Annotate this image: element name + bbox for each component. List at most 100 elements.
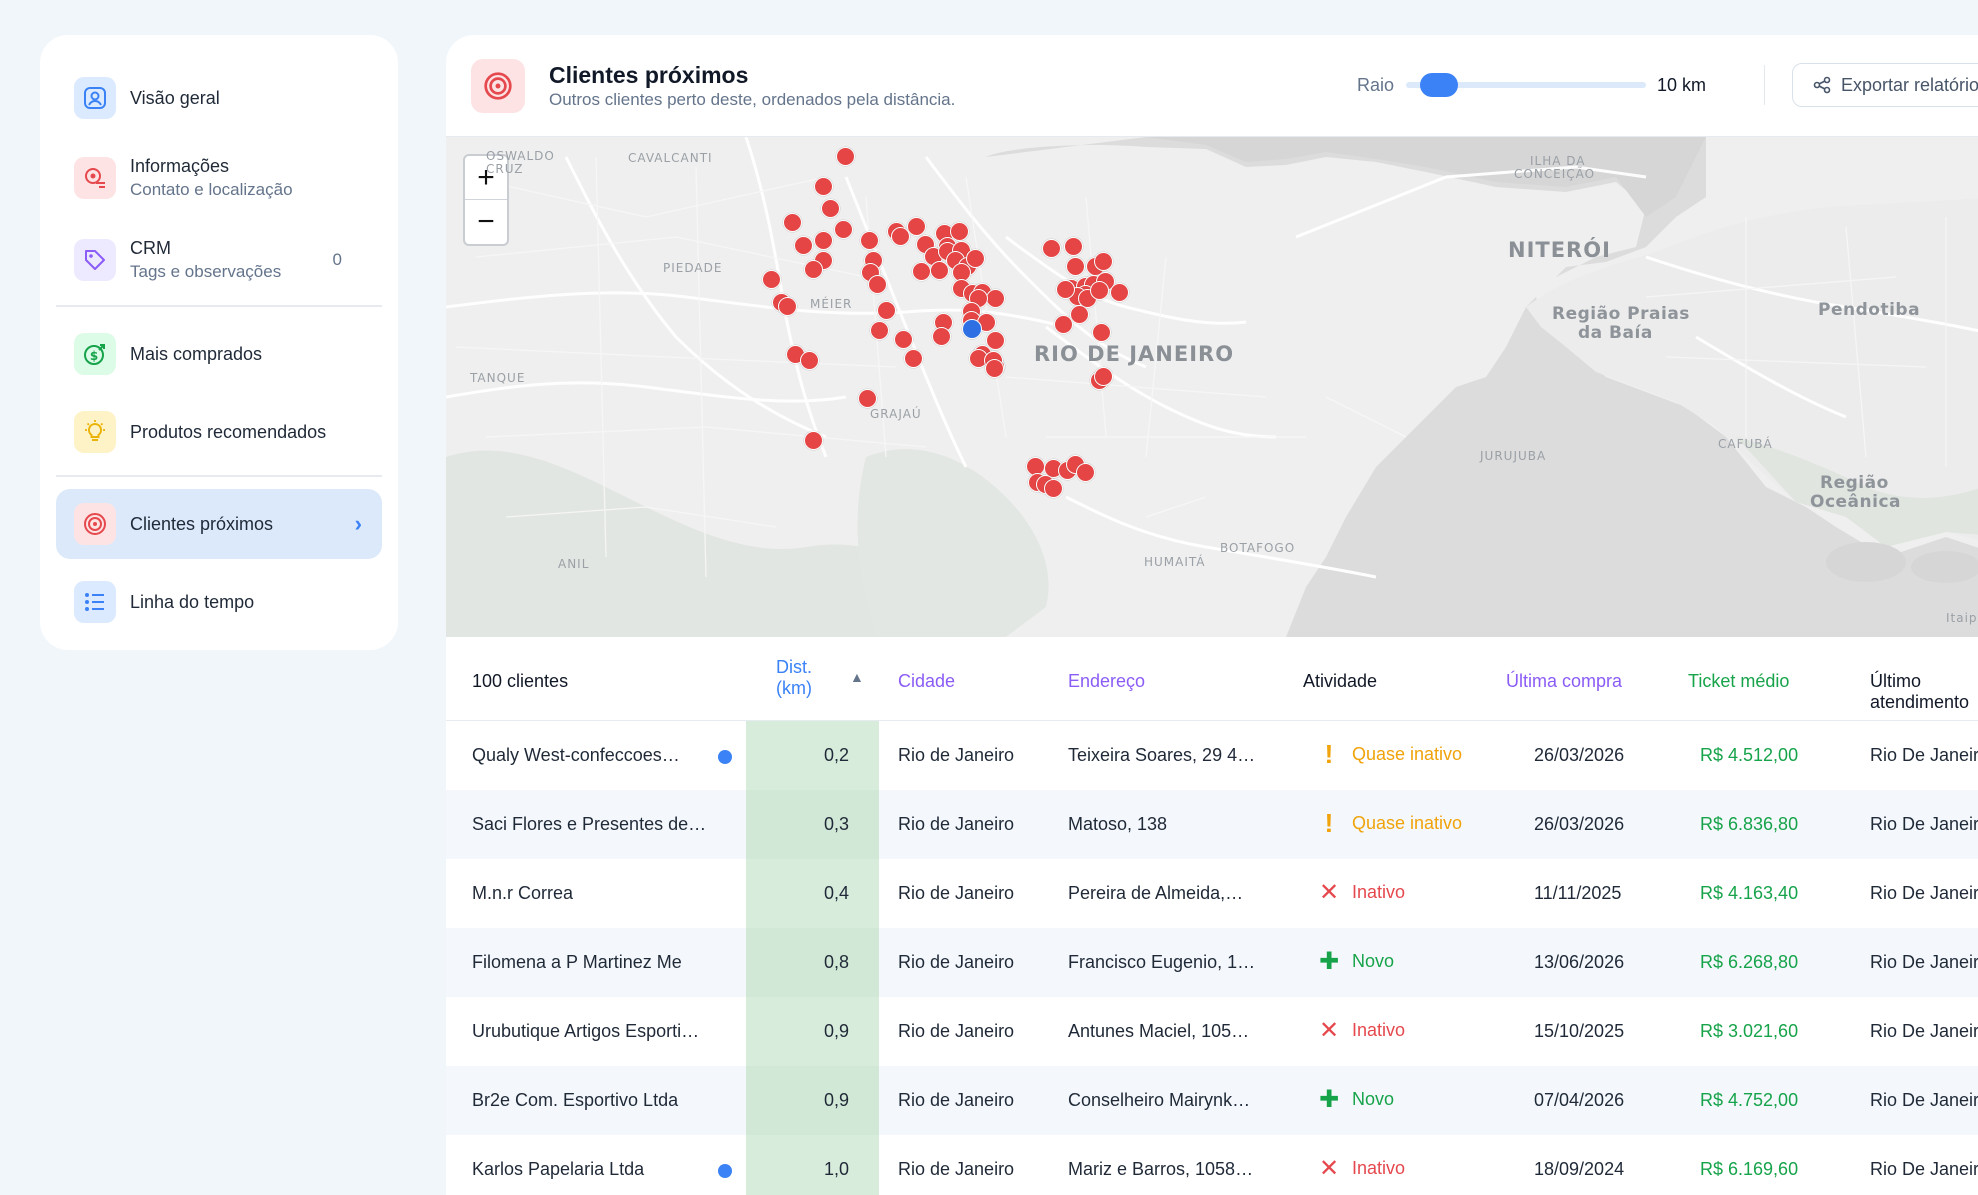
client-pin[interactable]: [814, 231, 833, 250]
export-report-button[interactable]: Exportar relatório: [1792, 63, 1978, 107]
map-label: HUMAITÁ: [1144, 555, 1206, 569]
client-pin[interactable]: [1064, 237, 1083, 256]
table-row[interactable]: 0,8 Filomena a P Martinez Me Rio de Janeir…: [446, 928, 1978, 997]
sidebar-item-informacoes[interactable]: Informações Contato e localização: [56, 141, 382, 215]
column-endereco[interactable]: Endereço: [1068, 671, 1145, 692]
x-icon: ✕: [1318, 1154, 1340, 1182]
client-pin[interactable]: [794, 236, 813, 255]
client-name[interactable]: Urubutique Artigos Esporti…: [472, 1021, 699, 1042]
x-icon: ✕: [1318, 1016, 1340, 1044]
client-pin[interactable]: [1044, 479, 1063, 498]
map[interactable]: + − CAVALCANTI OSWALDO CRUZ PIEDADE MÉIE…: [446, 137, 1978, 637]
table-row[interactable]: 0,4 M.n.r Correa Rio de Janeiro Pereira de …: [446, 859, 1978, 928]
client-name[interactable]: Filomena a P Martinez Me: [472, 952, 682, 973]
list-icon: [74, 581, 116, 623]
client-pin[interactable]: [912, 262, 931, 281]
client-pin[interactable]: [930, 261, 949, 280]
sidebar-item-linha-do-tempo[interactable]: Linha do tempo: [56, 567, 382, 637]
client-pin[interactable]: [1066, 257, 1085, 276]
client-pin[interactable]: [1042, 239, 1061, 258]
client-pin[interactable]: [1094, 367, 1113, 386]
map-label: Itaipu: [1946, 611, 1978, 625]
client-name[interactable]: Br2e Com. Esportivo Ltda: [472, 1090, 678, 1111]
ticket-cell: R$ 3.021,60: [1700, 1021, 1799, 1041]
panel-header: Clientes próximos Outros clientes perto …: [446, 35, 1978, 137]
client-pin[interactable]: [836, 147, 855, 166]
client-pin[interactable]: [804, 260, 823, 279]
sidebar-item-visao-geral[interactable]: Visão geral: [56, 63, 382, 133]
client-pin[interactable]: [870, 321, 889, 340]
client-pin[interactable]: [907, 217, 926, 236]
last-purchase-cell: 07/04/2026: [1534, 1090, 1625, 1110]
activity-label: Inativo: [1352, 1019, 1406, 1040]
client-name[interactable]: Saci Flores e Presentes de…: [472, 814, 706, 835]
last-service-cell: Rio De Janeiro: [1870, 952, 1978, 972]
last-service-cell: Rio De Janeiro: [1870, 1021, 1978, 1041]
sort-asc-icon[interactable]: ▲: [850, 669, 864, 685]
sidebar-item-label: Clientes próximos: [130, 513, 274, 534]
column-ticket-medio[interactable]: Ticket médio: [1688, 671, 1789, 692]
radius-slider[interactable]: [1406, 73, 1646, 97]
column-cidade[interactable]: Cidade: [898, 671, 955, 692]
client-pin[interactable]: [932, 327, 951, 346]
lightbulb-icon: [74, 411, 116, 453]
client-name[interactable]: Karlos Papelaria Ltda: [472, 1159, 644, 1180]
activity-label: Novo: [1352, 950, 1395, 971]
table-row[interactable]: 0,9 Urubutique Artigos Esporti… Rio de Jan…: [446, 997, 1978, 1066]
client-pin[interactable]: [834, 220, 853, 239]
column-ultima-compra[interactable]: Última compra: [1506, 671, 1622, 692]
column-dist[interactable]: Dist. (km): [776, 657, 812, 699]
client-pin[interactable]: [1094, 252, 1113, 271]
current-client-pin[interactable]: [962, 319, 982, 339]
client-pin[interactable]: [985, 359, 1004, 378]
client-pin[interactable]: [783, 213, 802, 232]
column-ultimo-atendimento[interactable]: Último atendimento: [1870, 671, 1978, 713]
sidebar-item-clientes-proximos[interactable]: Clientes próximos ›: [56, 489, 382, 559]
client-pin[interactable]: [821, 199, 840, 218]
client-pin[interactable]: [868, 275, 887, 294]
page-title: Clientes próximos: [549, 62, 749, 88]
zoom-out-button[interactable]: −: [465, 200, 507, 244]
client-pin[interactable]: [966, 249, 985, 268]
client-pin[interactable]: [1076, 463, 1095, 482]
client-pin[interactable]: [1070, 305, 1089, 324]
client-pin[interactable]: [986, 289, 1005, 308]
client-name[interactable]: Qualy West-confeccoes…: [472, 745, 680, 766]
sidebar-item-crm[interactable]: CRM Tags e observações 0: [56, 223, 382, 297]
slider-thumb[interactable]: [1420, 73, 1458, 97]
table-row[interactable]: 0,9 Br2e Com. Esportivo Ltda Rio de Janeir…: [446, 1066, 1978, 1135]
dist-value: 0,2: [823, 745, 849, 765]
client-pin[interactable]: [762, 270, 781, 289]
client-pin[interactable]: [1110, 283, 1129, 302]
table-row[interactable]: 1,0 Karlos Papelaria Ltda Rio de Janeiro Ma…: [446, 1135, 1978, 1195]
client-name[interactable]: M.n.r Correa: [472, 883, 573, 904]
table-row[interactable]: 0,3 Saci Flores e Presentes de… Rio de Jan…: [446, 790, 1978, 859]
last-purchase-cell: 11/11/2025: [1534, 883, 1622, 903]
client-pin[interactable]: [877, 301, 896, 320]
address-cell: Conselheiro Mairynk…: [1068, 1090, 1251, 1110]
client-pin[interactable]: [1054, 315, 1073, 334]
dist-value: 1,0: [823, 1159, 849, 1179]
client-pin[interactable]: [1092, 323, 1111, 342]
ticket-cell: R$ 6.268,80: [1700, 952, 1799, 972]
client-pin[interactable]: [800, 351, 819, 370]
x-icon: ✕: [1318, 878, 1340, 906]
client-pin[interactable]: [891, 227, 910, 246]
sidebar-item-sublabel: Contato e localização: [130, 180, 293, 199]
client-pin[interactable]: [858, 389, 877, 408]
target-icon: [471, 59, 525, 113]
sidebar-item-mais-comprados[interactable]: $ Mais comprados: [56, 319, 382, 389]
client-pin[interactable]: [1056, 280, 1075, 299]
client-pin[interactable]: [814, 177, 833, 196]
client-pin[interactable]: [1090, 281, 1109, 300]
column-atividade[interactable]: Atividade: [1303, 671, 1377, 692]
client-pin[interactable]: [778, 297, 797, 316]
client-pin[interactable]: [804, 431, 823, 450]
last-purchase-cell: 18/09/2024: [1534, 1159, 1625, 1179]
client-pin[interactable]: [904, 349, 923, 368]
sidebar-item-produtos-recomendados[interactable]: Produtos recomendados: [56, 397, 382, 467]
city-cell: Rio de Janeiro: [898, 883, 1015, 903]
client-pin[interactable]: [860, 231, 879, 250]
client-pin[interactable]: [894, 330, 913, 349]
table-row[interactable]: 0,2 Qualy West-confeccoes… Rio de Janeiro T…: [446, 721, 1978, 790]
